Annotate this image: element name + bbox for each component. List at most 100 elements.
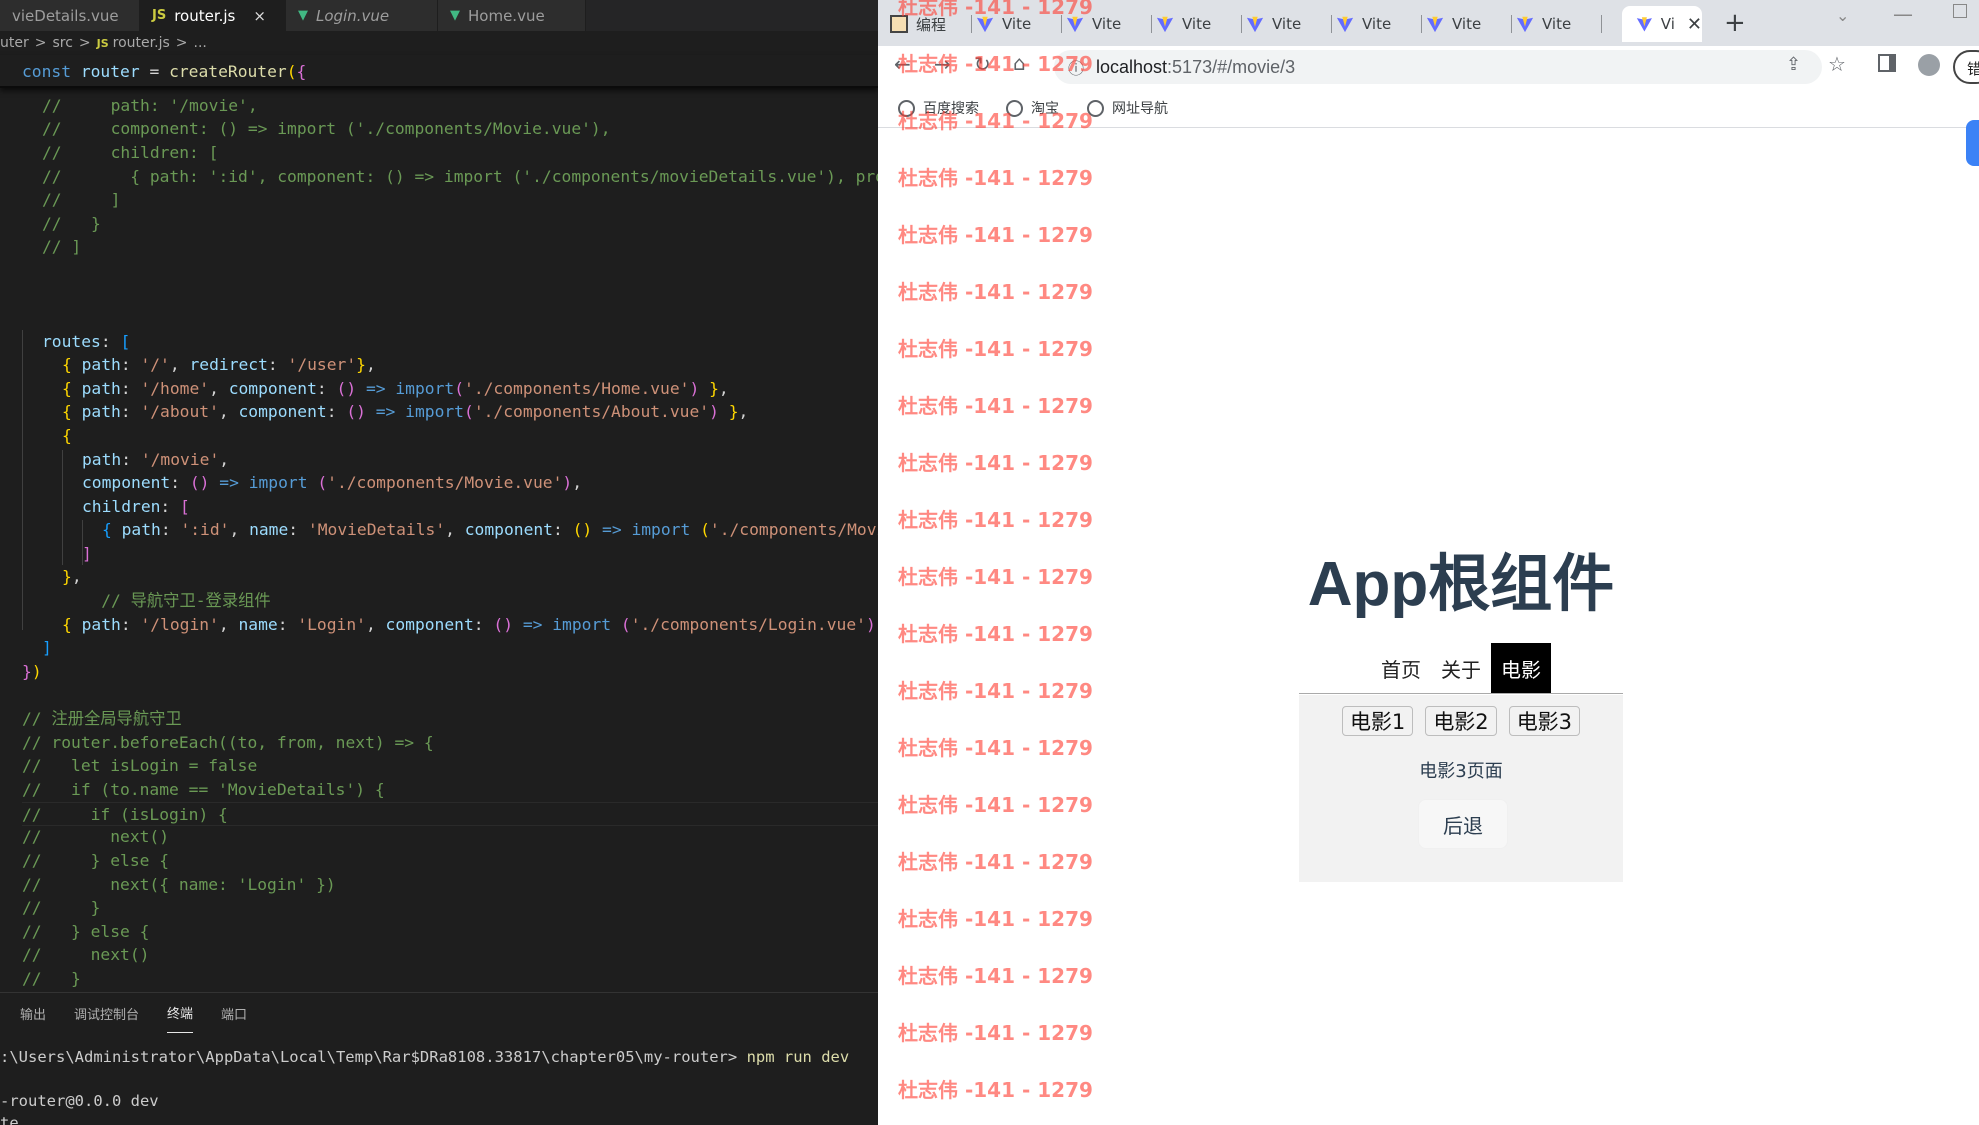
nav-link-home[interactable]: 首页 [1371,643,1431,693]
nav-link-about[interactable]: 关于 [1431,643,1491,693]
code-line: { path: '/about', component: () => impor… [62,402,749,421]
code-token: ) [865,615,876,634]
code-token: { [62,615,72,634]
code-token: children [82,497,161,516]
code-token: ( [700,520,710,539]
profile-button[interactable]: 错 [1953,50,1979,84]
url-text[interactable]: localhost:5173/#/movie/3 [1096,57,1295,78]
code-line: routes: [ [42,332,131,351]
close-icon[interactable]: ✕ [1687,14,1702,35]
star-icon[interactable]: ☆ [1828,52,1846,76]
terminal-line[interactable]: :\Users\Administrator\AppData\Local\Temp… [0,1048,849,1066]
browser-tab-active[interactable]: Vi ✕ [1622,6,1702,42]
watermark-text: 杜志伟 -141 - 1279 [898,0,1093,19]
watermark-text: 杜志伟 -141 - 1279 [898,679,1093,703]
movie-link-3[interactable]: 电影3 [1508,706,1581,736]
code-line: // children: [ [42,143,219,162]
tab-separator [1601,15,1602,33]
watermark-text: 杜志伟 -141 - 1279 [898,451,1093,475]
code-line: // } [42,214,101,233]
nav-link-movie[interactable]: 电影 [1491,643,1551,693]
code-area[interactable]: const router = createRouter({ // path: '… [0,0,878,992]
watermark-text: 杜志伟 -141 - 1279 [898,52,1093,76]
code-token: ( [286,62,297,81]
sticky-scroll-header[interactable]: const router = createRouter({ [0,55,878,88]
panel-tabs: 输出 调试控制台 终端 端口 [0,993,878,1033]
code-line: { path: '/login', name: 'Login', compone… [62,615,876,634]
tab-ports[interactable]: 端口 [221,993,247,1033]
browser-tab[interactable]: Vite [1336,6,1422,42]
code-line: // let isLogin = false [22,756,258,775]
maximize-icon[interactable] [1953,4,1967,18]
code-token: import [631,520,691,539]
terminal-command: npm run dev [746,1048,850,1066]
watermark-text: 杜志伟 -141 - 1279 [898,1021,1093,1045]
code-line: { path: '/', redirect: '/user'}, [62,355,376,374]
code-line: }, [62,567,82,586]
new-tab-button[interactable]: + [1724,8,1746,38]
code-line: // 导航守卫-登录组件 [62,591,271,610]
tab-debug-console[interactable]: 调试控制台 [74,993,139,1033]
code-line: // next() [22,945,150,964]
minimize-icon[interactable]: — [1893,2,1913,26]
watermark-text: 杜志伟 -141 - 1279 [898,850,1093,874]
vite-logo-icon [1156,16,1174,33]
code-token: ] [82,544,92,563]
chevron-down-icon[interactable]: ⌄ [1836,6,1849,25]
code-token: import [405,402,464,421]
page-title: App根组件 [1307,550,1615,619]
code-line: { path: ':id', name: 'MovieDetails', com… [102,518,878,542]
movie-link-2[interactable]: 电影2 [1425,706,1497,736]
code-token: ] [42,638,52,657]
code-token: routes [42,332,101,351]
browser-tab[interactable]: Vite [1516,6,1602,42]
code-token: => [375,402,396,421]
browser-tab-title: Vite [1542,15,1572,33]
watermark-text: 杜志伟 -141 - 1279 [898,280,1093,304]
code-token: import [248,473,308,492]
code-token: } [728,402,739,421]
bookmark-item[interactable]: 网址导航 [1087,98,1168,118]
side-panel-icon[interactable] [1878,54,1896,72]
code-line: ] [42,636,878,660]
code-token: import [552,615,612,634]
code-token: component [228,379,317,398]
back-button[interactable]: 后退 [1418,799,1508,849]
code-token: './components/Home.vue' [464,379,690,398]
tab-terminal[interactable]: 终端 [167,993,194,1033]
code-token: 'MovieDetails' [307,520,446,539]
code-token: } [62,567,72,586]
code-line: // component: () => import ('./component… [42,119,611,138]
browser-tab-title: Vite [1362,15,1392,33]
browser-tab-title: Vite [1092,15,1122,33]
code-line: // 注册全局导航守卫 [22,709,182,728]
watermark-text: 杜志伟 -141 - 1279 [898,166,1093,190]
tab-output[interactable]: 输出 [20,993,46,1033]
share-icon[interactable]: ⇪ [1786,54,1801,75]
code-token: ( [620,615,631,634]
vite-logo-icon [1516,16,1534,33]
watermark-text: 杜志伟 -141 - 1279 [898,964,1093,988]
browser-tab[interactable]: Vite [1156,6,1242,42]
browser-tab-title: Vite [1272,15,1302,33]
tab-separator [1511,15,1512,33]
extension-widget[interactable] [1966,120,1979,166]
code-token: component [238,402,327,421]
code-token: } [356,355,366,374]
code-token: '/home' [140,379,210,398]
code-line: children: [ [82,497,190,516]
terminal-output: -router@0.0.0 dev [0,1092,159,1110]
code-token: component [82,473,171,492]
profile-avatar[interactable] [1918,54,1940,76]
code-token: router [80,62,140,81]
code-token: path [81,379,121,398]
code-token: { [62,379,72,398]
code-token: () [189,473,210,492]
movie-link-1[interactable]: 电影1 [1341,706,1414,736]
code-token: ( [454,379,465,398]
browser-tab[interactable]: Vite [1246,6,1332,42]
watermark-text: 杜志伟 -141 - 1279 [898,223,1093,247]
watermark-text: 杜志伟 -141 - 1279 [898,793,1093,817]
code-token: () [493,615,513,634]
browser-tab[interactable]: Vite [1426,6,1512,42]
